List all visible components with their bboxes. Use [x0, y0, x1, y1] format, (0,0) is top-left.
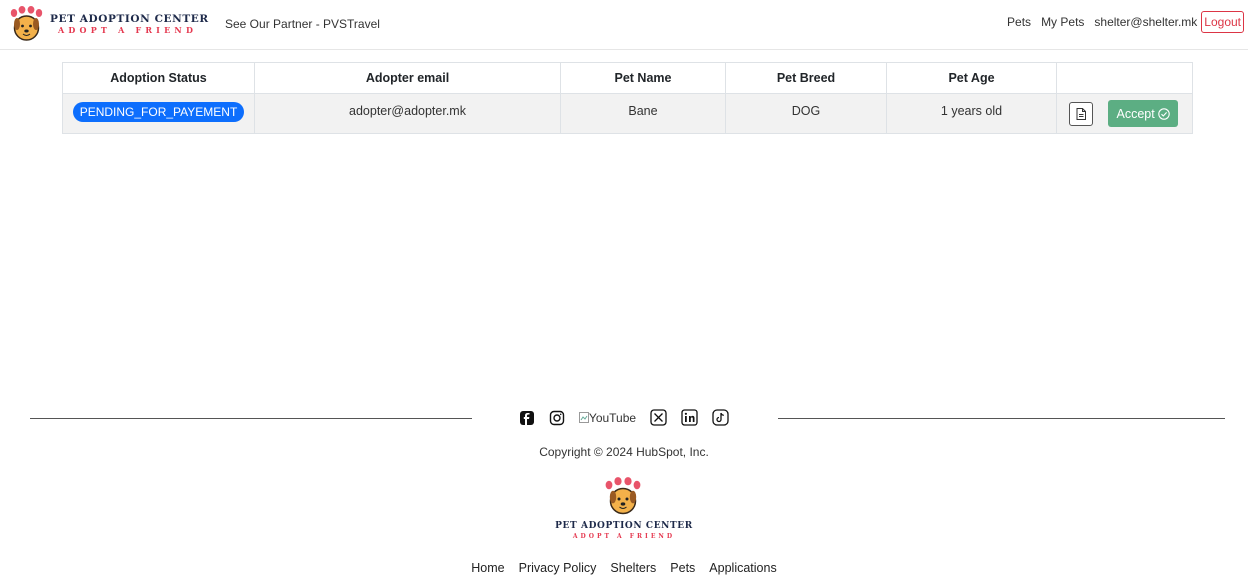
nav-my-pets-link[interactable]: My Pets	[1041, 15, 1084, 29]
header-actions	[1056, 62, 1193, 94]
youtube-image[interactable]: YouTube	[578, 410, 637, 425]
footer-link-shelters[interactable]: Shelters	[610, 561, 656, 575]
footer-link-privacy-policy[interactable]: Privacy Policy	[519, 561, 597, 575]
footer-link-home[interactable]: Home	[471, 561, 504, 575]
footer-link-pets[interactable]: Pets	[670, 561, 695, 575]
user-email: shelter@shelter.mk	[1094, 15, 1198, 29]
social-links: YouTube	[0, 409, 1248, 426]
footer-brand-subtitle: ADOPT A FRIEND	[572, 533, 676, 540]
top-navbar: PET ADOPTION CENTER ADOPT A FRIEND See O…	[0, 0, 1248, 50]
broken-image-icon	[578, 412, 589, 423]
x-icon[interactable]	[650, 409, 667, 426]
status-badge: PENDING_FOR_PAYEMENT	[72, 102, 245, 122]
logout-button[interactable]: Logout	[1201, 11, 1244, 33]
paw-dog-logo-icon	[10, 6, 43, 41]
pet-age-cell: 1 years old	[886, 93, 1057, 134]
brand-home-link[interactable]: PET ADOPTION CENTER ADOPT A FRIEND	[8, 6, 209, 42]
header-pet-name: Pet Name	[560, 62, 726, 94]
actions-cell: Accept	[1056, 93, 1193, 134]
pet-name-cell: Bane	[560, 93, 726, 134]
brand-title: PET ADOPTION CENTER	[50, 13, 209, 26]
view-document-button[interactable]	[1069, 101, 1093, 126]
pet-breed-cell: DOG	[725, 93, 887, 134]
brand-text: PET ADOPTION CENTER ADOPT A FRIEND	[50, 14, 209, 34]
nav-right-group: Pets My Pets shelter@shelter.mk Logout	[997, 11, 1244, 33]
footer-links: Home Privacy Policy Shelters Pets Applic…	[0, 561, 1248, 575]
brand-subtitle: ADOPT A FRIEND	[58, 24, 198, 35]
adoption-requests-table: Adoption Status Adopter email Pet Name P…	[62, 62, 1193, 134]
header-pet-age: Pet Age	[886, 62, 1057, 94]
copyright-text: Copyright © 2024 HubSpot, Inc.	[539, 445, 709, 459]
tiktok-icon[interactable]	[712, 409, 729, 426]
accept-label: Accept	[1116, 106, 1155, 121]
adopter-email-cell: adopter@adopter.mk	[254, 93, 561, 134]
footer-link-applications[interactable]: Applications	[709, 561, 776, 575]
adoption-table-container: Adoption Status Adopter email Pet Name P…	[62, 62, 1193, 134]
accept-button[interactable]: Accept	[1108, 100, 1178, 127]
linkedin-icon[interactable]	[681, 409, 698, 426]
check-circle-icon	[1157, 107, 1170, 120]
header-adopter-email: Adopter email	[254, 62, 561, 94]
header-pet-breed: Pet Breed	[725, 62, 887, 94]
facebook-icon[interactable]	[519, 410, 535, 426]
instagram-icon[interactable]	[549, 410, 565, 426]
nav-pets-link[interactable]: Pets	[1007, 15, 1031, 29]
footer-paw-dog-logo-icon	[605, 477, 641, 515]
header-adoption-status: Adoption Status	[62, 62, 255, 94]
partner-link[interactable]: See Our Partner - PVSTravel	[225, 17, 380, 31]
document-icon	[1076, 107, 1086, 120]
table-row: PENDING_FOR_PAYEMENT adopter@adopter.mk …	[62, 93, 1193, 134]
youtube-alt-text: YouTube	[588, 410, 637, 425]
footer-brand-title: PET ADOPTION CENTER	[555, 521, 693, 531]
table-header-row: Adoption Status Adopter email Pet Name P…	[62, 62, 1193, 94]
status-cell: PENDING_FOR_PAYEMENT	[62, 93, 255, 134]
